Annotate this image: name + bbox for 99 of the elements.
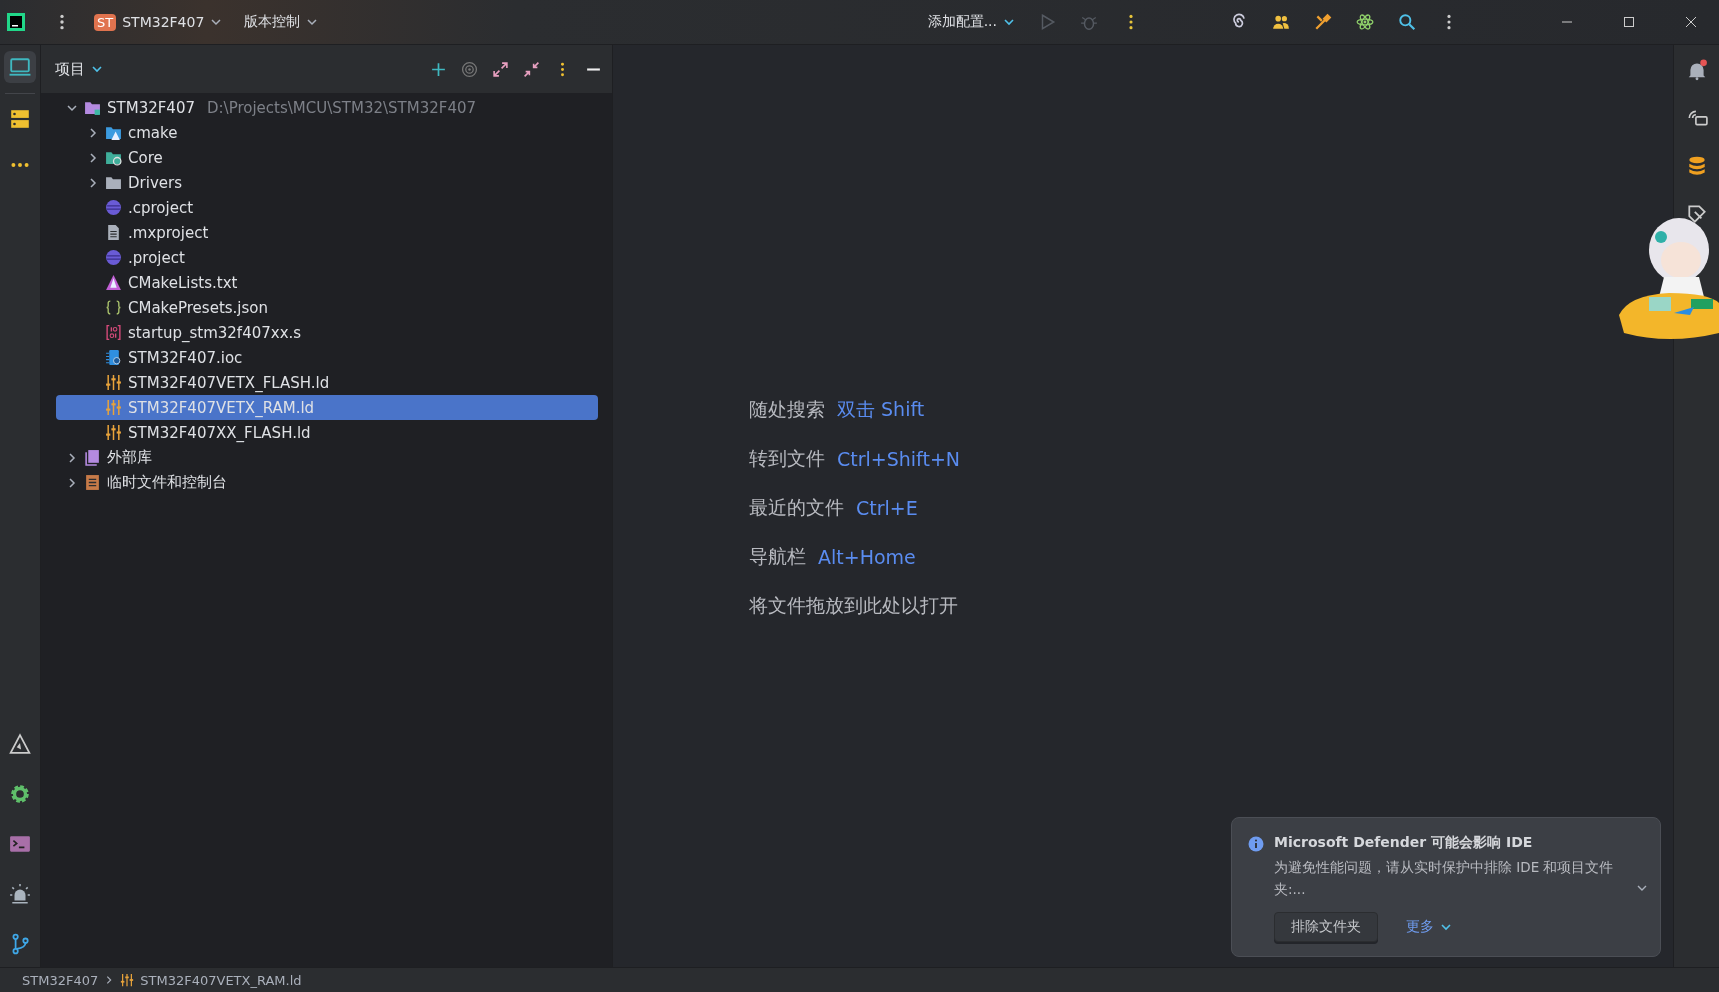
binary-file-icon bbox=[105, 324, 122, 341]
sliders-icon bbox=[105, 399, 122, 416]
close-icon[interactable] bbox=[1685, 16, 1697, 28]
tree-item[interactable]: .cproject bbox=[56, 195, 598, 220]
atom-icon[interactable] bbox=[1356, 13, 1374, 31]
tree-item-label: CMakeLists.txt bbox=[128, 273, 238, 292]
library-icon bbox=[84, 449, 101, 466]
chevron-down-icon bbox=[91, 63, 103, 75]
panel-title-menu[interactable]: 项目 bbox=[51, 57, 107, 81]
sliders-icon bbox=[105, 424, 122, 441]
tree-item-label: .mxproject bbox=[128, 223, 209, 242]
tree-item[interactable]: .mxproject bbox=[56, 220, 598, 245]
chevron-right-icon[interactable] bbox=[87, 151, 99, 164]
sliders-icon bbox=[120, 973, 135, 987]
search-icon[interactable] bbox=[1398, 13, 1416, 31]
tree-item[interactable]: Core bbox=[56, 145, 598, 170]
tree-item-label: Core bbox=[128, 148, 163, 167]
list-icon bbox=[84, 474, 101, 491]
breadcrumb[interactable]: STM32F407VETX_RAM.ld bbox=[140, 972, 302, 988]
run-config-selector[interactable]: 添加配置... bbox=[919, 9, 1023, 35]
tree-item-label: cmake bbox=[128, 123, 178, 142]
hint-label: 将文件拖放到此处以打开 bbox=[749, 593, 958, 618]
exclude-folder-button[interactable]: 排除文件夹 bbox=[1274, 912, 1378, 942]
document-icon bbox=[105, 224, 122, 241]
tree-item[interactable]: Drivers bbox=[56, 170, 598, 195]
shortcut-text: Ctrl+E bbox=[856, 497, 918, 519]
tree-item[interactable]: CMakeLists.txt bbox=[56, 270, 598, 295]
hint-label: 导航栏 bbox=[749, 544, 806, 569]
tree-item-label: STM32F407VETX_RAM.ld bbox=[128, 398, 315, 417]
eclipse-file-icon bbox=[105, 199, 122, 216]
info-icon bbox=[1248, 836, 1264, 852]
tools-icon[interactable] bbox=[1314, 13, 1332, 31]
triangle-icon[interactable] bbox=[9, 733, 31, 755]
tree-item-label: CMakePresets.json bbox=[128, 298, 268, 317]
notification-title: Microsoft Defender 可能会影响 IDE bbox=[1274, 834, 1534, 852]
tree-item-label: STM32F407 bbox=[107, 98, 195, 117]
people-icon[interactable] bbox=[1272, 13, 1290, 31]
vcs-menu[interactable]: 版本控制 bbox=[236, 9, 327, 35]
tree-item[interactable]: cmake bbox=[56, 120, 598, 145]
folder-icon bbox=[105, 124, 122, 141]
settings-icon[interactable] bbox=[9, 783, 31, 805]
braces-icon bbox=[105, 299, 122, 316]
tree-item[interactable]: .project bbox=[56, 245, 598, 270]
breadcrumb[interactable]: STM32F407 bbox=[22, 972, 99, 988]
shortcut-text: Ctrl+Shift+N bbox=[837, 448, 961, 470]
tree-item[interactable]: 外部库 bbox=[56, 445, 598, 470]
chevron-down-icon bbox=[1440, 921, 1452, 933]
tree-item[interactable]: STM32F407.ioc bbox=[56, 345, 598, 370]
chevron-down-icon bbox=[210, 16, 223, 28]
sliders-icon bbox=[105, 374, 122, 391]
chevron-right-icon[interactable] bbox=[87, 126, 99, 139]
tree-item-label: 外部库 bbox=[107, 448, 152, 467]
tree-item[interactable]: STM32F407 D:\Projects\MCU\STM32\STM32F407 bbox=[56, 95, 598, 120]
plugin-icon[interactable] bbox=[1685, 203, 1708, 225]
shortcut-text: Alt+Home bbox=[818, 546, 916, 568]
add-icon[interactable] bbox=[430, 60, 447, 78]
maximize-icon[interactable] bbox=[1623, 16, 1635, 28]
project-badge: ST bbox=[94, 13, 117, 31]
tree-item-label: 临时文件和控制台 bbox=[107, 473, 227, 492]
project-selector[interactable]: ST STM32F407 bbox=[86, 9, 231, 35]
tree-item-label: STM32F407XX_FLASH.ld bbox=[128, 423, 311, 442]
tree-item-label: Drivers bbox=[128, 173, 182, 192]
tree-item-label: STM32F407VETX_FLASH.ld bbox=[128, 373, 330, 392]
tree-item[interactable]: startup_stm32f407xx.s bbox=[56, 320, 598, 345]
chevron-right-icon[interactable] bbox=[66, 476, 78, 489]
tree-item[interactable]: CMakePresets.json bbox=[56, 295, 598, 320]
folder-icon bbox=[105, 174, 122, 191]
shortcut-text: 双击 Shift bbox=[837, 397, 925, 422]
tree-item-label: STM32F407.ioc bbox=[128, 348, 243, 367]
terminal-icon[interactable] bbox=[9, 833, 31, 855]
alarm-icon[interactable] bbox=[9, 883, 31, 905]
notification-text: 为避免性能问题，请从实时保护中排除 IDE 和项目文件夹:... bbox=[1274, 858, 1615, 899]
hint-label: 最近的文件 bbox=[749, 495, 844, 520]
project-path: D:\Projects\MCU\STM32\STM32F407 bbox=[207, 98, 477, 117]
app-logo-icon[interactable] bbox=[6, 12, 26, 32]
chevron-down-icon bbox=[1003, 16, 1015, 28]
chip-icon bbox=[105, 349, 122, 366]
project-name: STM32F407 bbox=[122, 14, 205, 30]
folder-icon bbox=[84, 99, 101, 116]
tree-item[interactable]: STM32F407VETX_FLASH.ld bbox=[56, 370, 598, 395]
tree-item[interactable]: STM32F407XX_FLASH.ld bbox=[56, 420, 598, 445]
tree-item-label: .project bbox=[128, 248, 185, 267]
target-icon[interactable] bbox=[461, 60, 478, 78]
chevron-right-icon[interactable] bbox=[66, 451, 78, 464]
chevron-down-icon bbox=[306, 16, 319, 28]
tree-item-label: .cproject bbox=[128, 198, 194, 217]
expand-icon[interactable] bbox=[492, 60, 509, 78]
project-tool-button[interactable] bbox=[4, 51, 36, 83]
more-link[interactable]: 更多 bbox=[1400, 917, 1458, 937]
tree-item[interactable]: 临时文件和控制台 bbox=[56, 470, 598, 495]
hint-label: 转到文件 bbox=[749, 446, 825, 471]
hint-label: 随处搜索 bbox=[749, 397, 825, 422]
triangle-icon bbox=[105, 274, 122, 291]
structure-icon[interactable] bbox=[9, 108, 31, 130]
tree-item-label: startup_stm32f407xx.s bbox=[128, 323, 302, 342]
folder-icon bbox=[105, 149, 122, 166]
eclipse-file-icon bbox=[105, 249, 122, 266]
chevron-right-icon[interactable] bbox=[87, 176, 99, 189]
collapse-icon[interactable] bbox=[523, 60, 540, 78]
